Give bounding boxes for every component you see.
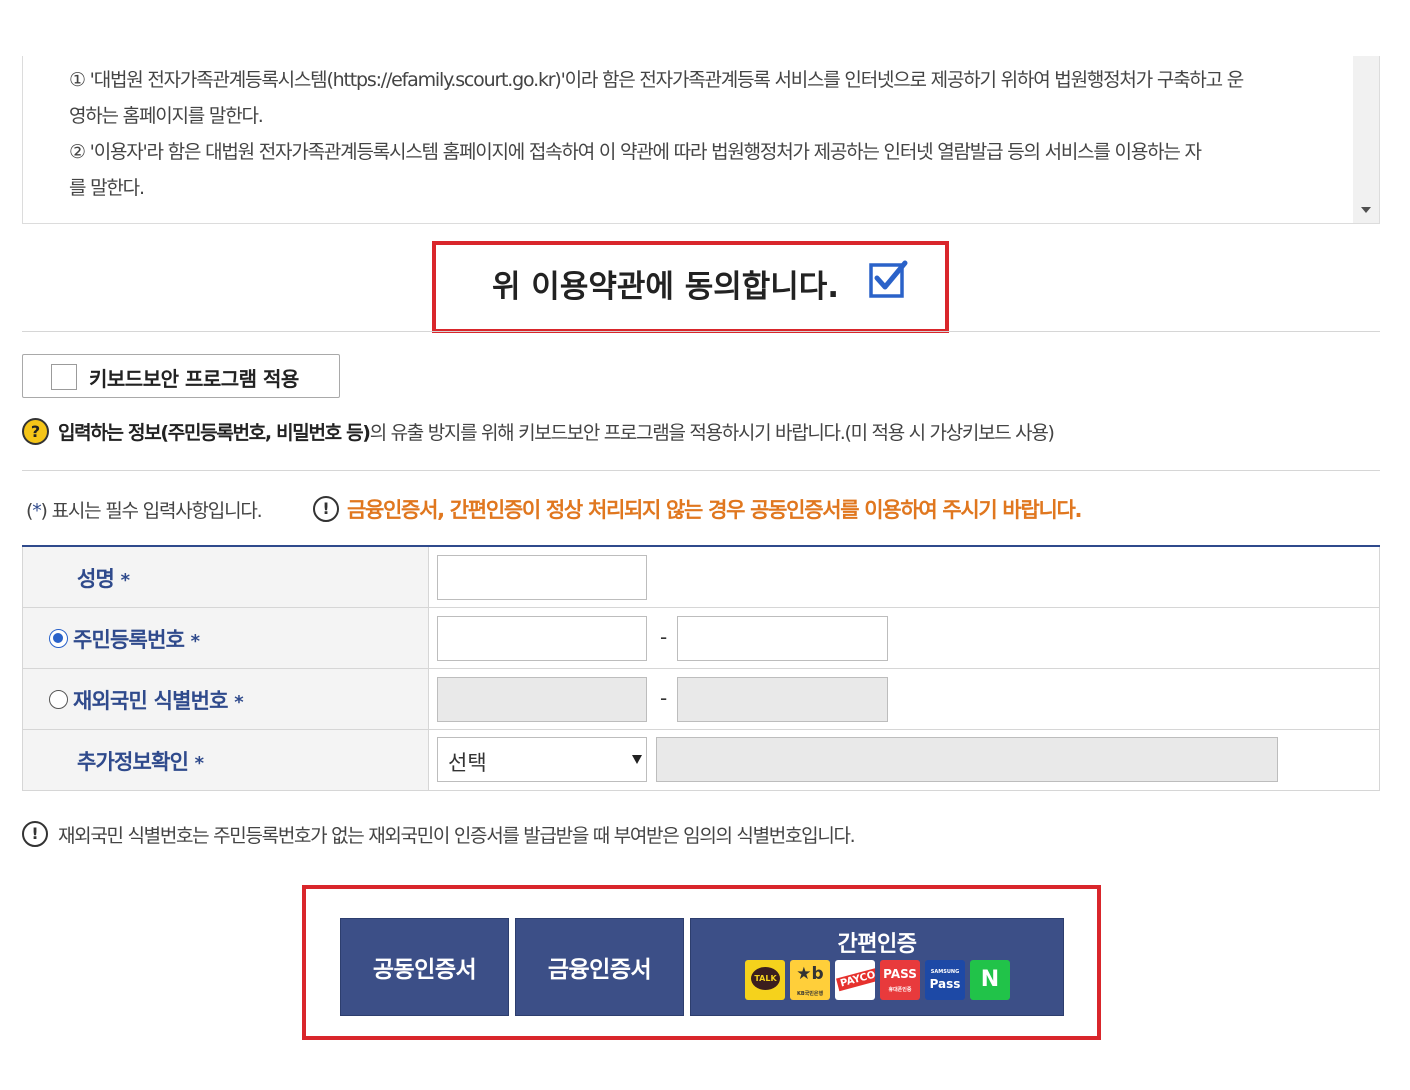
terms-line-2: 영하는 홈페이지를 말한다. <box>69 105 264 127</box>
foreign-id-front-input[interactable] <box>437 677 647 722</box>
required-text: ) 표시는 필수 입력사항입니다. <box>40 500 263 522</box>
required-star: * <box>32 500 42 522</box>
keyboard-security-checkbox[interactable] <box>51 364 77 390</box>
foreign-id-radio[interactable] <box>49 690 68 709</box>
foreign-id-note-text: 재외국민 식별번호는 주민등록번호가 없는 재외국민이 인증서를 발급받을 때 … <box>58 825 856 847</box>
naver-icon: N <box>970 960 1010 1000</box>
simple-auth-label: 간편인증 <box>837 932 917 957</box>
agree-label: 위 이용약관에 동의합니다. <box>492 269 840 305</box>
terms-line-3: ② '이용자'라 함은 대법원 전자가족관계등록시스템 홈페이지에 접속하여 이… <box>69 141 1202 163</box>
required-note: (*) 표시는 필수 입력사항입니다. ! 금융인증서, 간편인증이 정상 처리… <box>26 492 1386 524</box>
foreign-id-note: ! 재외국민 식별번호는 주민등록번호가 없는 재외국민이 인증서를 발급받을 … <box>22 819 1382 851</box>
financial-cert-button[interactable]: 금융인증서 <box>515 918 684 1016</box>
agree-checkbox[interactable] <box>868 259 908 299</box>
form-row-extra: 추가정보확인 * 선택 <box>22 730 1380 791</box>
keyboard-security-toggle[interactable]: 키보드보안 프로그램 적용 <box>22 354 340 398</box>
joint-cert-button[interactable]: 공동인증서 <box>340 918 509 1016</box>
joint-cert-label: 공동인증서 <box>372 957 477 983</box>
dropdown-arrow-icon <box>632 755 642 764</box>
warning-icon: ! <box>313 496 339 522</box>
simple-auth-button[interactable]: 간편인증 TALK ★b KB국민은행 PAYCO PASS 휴대폰인증 SAMSU… <box>690 918 1064 1016</box>
extra-info-select[interactable]: 선택 <box>437 737 647 782</box>
terms-box[interactable]: ① '대법원 전자가족관계등록시스템(https://efamily.scour… <box>22 56 1380 224</box>
rrn-label: 주민등록번호 * <box>73 628 200 652</box>
question-icon: ? <box>22 418 49 445</box>
form-row-foreign: 재외국민 식별번호 * - <box>22 669 1380 730</box>
foreign-id-back-input[interactable] <box>677 677 888 722</box>
terms-line-1: ① '대법원 전자가족관계등록시스템(https://efamily.scour… <box>69 69 1244 91</box>
keyboard-note-bold: 입력하는 정보(주민등록번호, 비밀번호 등) <box>58 422 371 444</box>
scroll-down-arrow-icon[interactable] <box>1361 207 1371 213</box>
form-row-rrn: 주민등록번호 * - <box>22 608 1380 669</box>
kb-bank-icon: ★b KB국민은행 <box>790 960 830 1000</box>
payco-icon: PAYCO <box>835 960 875 1000</box>
identity-form: 성명 * 주민등록번호 * - 재외국민 식별번호 * - 추가정보확인 * 선… <box>22 545 1380 791</box>
pass-icon: PASS 휴대폰인증 <box>880 960 920 1000</box>
terms-line-4: 를 말한다. <box>69 177 145 199</box>
rrn-back-input[interactable] <box>677 616 888 661</box>
form-row-name: 성명 * <box>22 547 1380 608</box>
name-label: 성명 * <box>77 567 130 591</box>
keyboard-security-label: 키보드보안 프로그램 적용 <box>89 367 299 391</box>
foreign-id-label: 재외국민 식별번호 * <box>73 689 244 713</box>
keyboard-note-text: 의 유출 방지를 위해 키보드보안 프로그램을 적용하시기 바랍니다.(미 적용… <box>369 422 1055 444</box>
warning-icon: ! <box>22 821 48 847</box>
rrn-dash: - <box>660 625 668 649</box>
kakaotalk-icon: TALK <box>745 960 785 1000</box>
rrn-radio[interactable] <box>49 629 68 648</box>
cert-warning-text: 금융인증서, 간편인증이 정상 처리되지 않는 경우 공동인증서를 이용하여 주… <box>347 498 1083 522</box>
divider <box>22 331 1380 332</box>
terms-text: ① '대법원 전자가족관계등록시스템(https://efamily.scour… <box>69 62 1339 206</box>
keyboard-note: ? 입력하는 정보(주민등록번호, 비밀번호 등)의 유출 방지를 위해 키보드… <box>22 416 1382 446</box>
agree-highlight: 위 이용약관에 동의합니다. <box>432 241 949 333</box>
name-input[interactable] <box>437 555 647 600</box>
foreign-id-dash: - <box>660 686 668 710</box>
simple-auth-logos: TALK ★b KB국민은행 PAYCO PASS 휴대폰인증 SAMSUNG Pas… <box>745 960 1025 1000</box>
divider <box>22 470 1380 471</box>
cert-buttons-highlight: 공동인증서 금융인증서 간편인증 TALK ★b KB국민은행 PAYCO PAS… <box>302 885 1101 1040</box>
extra-info-label: 추가정보확인 * <box>77 750 204 774</box>
extra-info-select-value: 선택 <box>448 751 487 775</box>
extra-info-input[interactable] <box>656 737 1278 782</box>
rrn-front-input[interactable] <box>437 616 647 661</box>
samsung-pass-icon: SAMSUNG Pass <box>925 960 965 1000</box>
terms-scrollbar[interactable] <box>1353 56 1379 223</box>
financial-cert-label: 금융인증서 <box>547 957 652 983</box>
